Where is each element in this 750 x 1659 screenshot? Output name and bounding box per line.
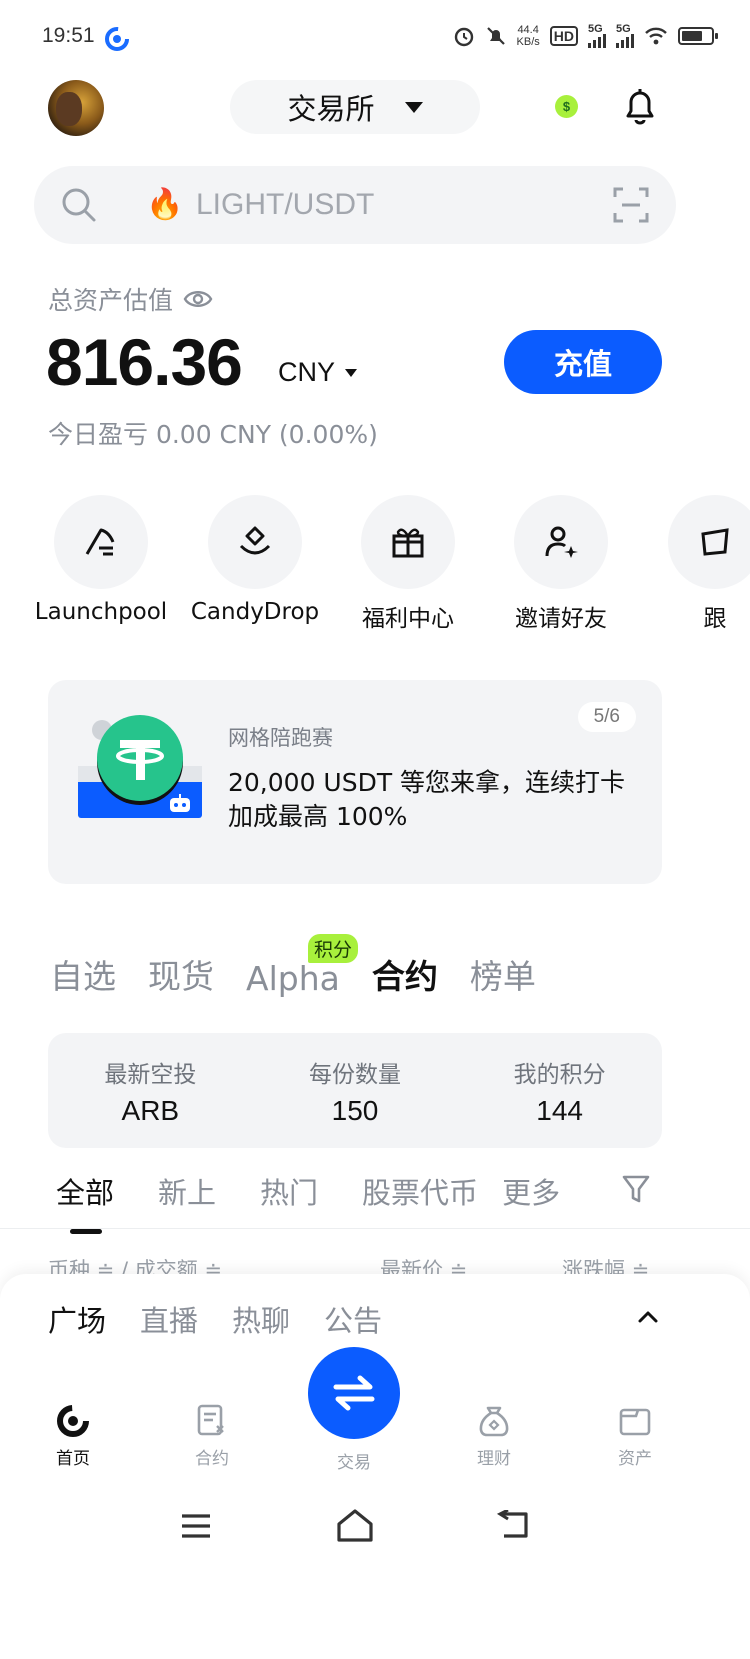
- nav-earn[interactable]: 理财: [449, 1396, 539, 1469]
- quick-action-launchpool[interactable]: Launchpool: [26, 495, 176, 625]
- app-logo-icon: [105, 27, 129, 51]
- assets-wallet-icon: [619, 1408, 651, 1436]
- tab-alpha[interactable]: Alpha: [246, 959, 340, 998]
- nav-futures[interactable]: 合约: [167, 1396, 257, 1469]
- dollar-badge-icon[interactable]: $: [555, 95, 578, 118]
- launchpool-icon: [85, 528, 115, 556]
- tab-announcements[interactable]: 公告: [324, 1298, 382, 1340]
- total-assets-label: 总资产估值: [48, 281, 213, 317]
- currency-selector[interactable]: CNY: [278, 357, 358, 388]
- search-icon: [62, 188, 96, 222]
- home-icon[interactable]: [336, 1508, 374, 1542]
- tab-rankings[interactable]: 榜单: [470, 950, 536, 998]
- today-pnl: 今日盈亏 0.00 CNY (0.00%): [48, 420, 378, 449]
- nav-assets[interactable]: 资产: [590, 1396, 680, 1469]
- quick-action-rewards-center[interactable]: 福利中心: [333, 495, 483, 633]
- subtab-more[interactable]: 更多: [502, 1170, 560, 1212]
- airdrop-card[interactable]: 最新空投 ARB 每份数量 150 我的积分 144: [48, 1033, 662, 1148]
- hd-badge: HD: [549, 26, 578, 46]
- swap-arrows-icon: [333, 1375, 375, 1411]
- menu-icon[interactable]: [180, 1512, 212, 1540]
- trade-button[interactable]: [308, 1347, 400, 1439]
- promo-banner[interactable]: 5/6 网格陪跑赛 20,000 USDT 等您来拿，连续打卡加成最高 100%: [48, 680, 662, 884]
- back-icon[interactable]: [496, 1510, 530, 1540]
- avatar[interactable]: [48, 80, 104, 136]
- notification-bell-icon[interactable]: [622, 86, 658, 126]
- subtab-hot[interactable]: 热门: [260, 1170, 318, 1212]
- home-logo-icon: [57, 1405, 89, 1437]
- exchange-switch-dropdown[interactable]: 交易所: [230, 80, 480, 134]
- eye-icon[interactable]: [183, 288, 213, 310]
- trade-label: 交易: [337, 1453, 371, 1473]
- gift-icon: [392, 528, 424, 558]
- status-icons: 44.4 KB/s HD 5G 5G: [453, 24, 718, 48]
- tab-watchlist[interactable]: 自选: [50, 950, 116, 998]
- futures-doc-icon: [197, 1404, 224, 1436]
- network-speed: 44.4 KB/s: [516, 24, 540, 48]
- total-assets-value: 816.36: [46, 325, 243, 399]
- banner-title: 20,000 USDT 等您来拿，连续打卡加成最高 100%: [228, 768, 626, 831]
- tab-spot[interactable]: 现货: [148, 950, 214, 998]
- earn-bag-icon: [479, 1406, 509, 1437]
- nav-home[interactable]: 首页: [28, 1396, 118, 1469]
- usdt-grid-banner-art: [78, 715, 202, 818]
- status-time: 19:51: [42, 24, 95, 47]
- chevron-up-icon[interactable]: [636, 1308, 660, 1324]
- subtab-all[interactable]: 全部: [56, 1170, 114, 1234]
- banner-subtitle: 网格陪跑赛: [228, 726, 333, 750]
- chevron-down-icon: [345, 368, 358, 377]
- battery-icon: [678, 27, 718, 45]
- community-tabs: 广场 直播 热聊 公告: [48, 1298, 382, 1340]
- alarm-icon: [454, 27, 473, 47]
- tab-live[interactable]: 直播: [140, 1298, 198, 1340]
- quick-action-invite-friends[interactable]: 邀请好友: [486, 495, 636, 633]
- subtab-new[interactable]: 新上: [158, 1170, 216, 1212]
- tab-chat[interactable]: 热聊: [232, 1298, 290, 1340]
- candydrop-icon: [239, 526, 271, 555]
- deposit-button[interactable]: 充值: [504, 330, 662, 394]
- subtab-stock-tokens[interactable]: 股票代币: [362, 1170, 478, 1212]
- market-tabs: 自选 现货 Alpha 合约 榜单: [50, 950, 536, 998]
- scan-icon[interactable]: [612, 186, 650, 224]
- system-navigation-bar: [0, 1500, 750, 1560]
- mute-bell-icon: [486, 27, 505, 45]
- search-bar[interactable]: 🔥 LIGHT/USDT: [34, 166, 676, 244]
- invite-user-icon: [545, 526, 578, 558]
- status-bar: 19:51 44.4 KB/s HD 5G 5G: [0, 0, 750, 80]
- exchange-label: 交易所: [287, 92, 375, 126]
- copy-trade-icon: [701, 528, 729, 556]
- market-sub-tabs: 全部 新上 热门 股票代币 更多: [56, 1170, 560, 1234]
- filter-icon[interactable]: [622, 1174, 650, 1204]
- signal-sim1: 5G: [588, 24, 606, 48]
- wifi-icon: [645, 27, 667, 45]
- tab-futures[interactable]: 合约: [372, 950, 438, 998]
- chevron-down-icon: [404, 101, 423, 113]
- quick-action-candydrop[interactable]: CandyDrop: [180, 495, 330, 625]
- airdrop-latest: 最新空投 ARB: [104, 1061, 197, 1126]
- alpha-points-badge: 积分: [308, 934, 359, 963]
- divider: [0, 1228, 750, 1229]
- airdrop-per-share: 每份数量 150: [308, 1061, 401, 1126]
- banner-page-indicator: 5/6: [577, 702, 636, 732]
- fire-icon: 🔥: [146, 187, 184, 222]
- signal-sim2: 5G: [616, 24, 634, 48]
- tab-square[interactable]: 广场: [48, 1298, 106, 1340]
- quick-action-copy-trade[interactable]: 跟: [640, 495, 750, 633]
- search-placeholder: LIGHT/USDT: [196, 188, 375, 221]
- airdrop-my-points: 我的积分 144: [513, 1061, 606, 1126]
